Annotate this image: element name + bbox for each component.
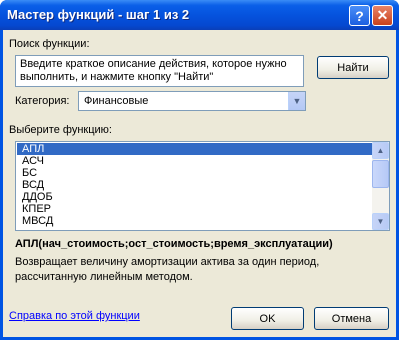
list-item[interactable]: БС [17,167,372,179]
list-item[interactable]: ДДОБ [17,191,372,203]
list-item[interactable]: ВСД [17,179,372,191]
functions-list-items: АПЛ АСЧ БС ВСД ДДОБ КПЕР МВСД [17,143,372,227]
dialog-body: Поиск функции: Введите краткое описание … [3,30,396,337]
chevron-down-icon[interactable]: ▼ [288,92,305,110]
function-wizard-dialog: Мастер функций - шаг 1 из 2 ? ✕ Поиск фу… [0,0,399,340]
list-item[interactable]: КПЕР [17,203,372,215]
close-button[interactable]: ✕ [372,5,393,26]
function-syntax: АПЛ(нач_стоимость;ост_стоимость;время_эк… [15,238,333,250]
search-label: Поиск функции: [9,38,90,50]
scroll-down-arrow-icon[interactable]: ▼ [372,213,389,230]
category-label: Категория: [15,95,70,107]
help-button[interactable]: ? [349,5,370,26]
window-title: Мастер функций - шаг 1 из 2 [7,7,190,22]
scrollbar-thumb[interactable] [372,160,389,188]
functions-list[interactable]: АПЛ АСЧ БС ВСД ДДОБ КПЕР МВСД ▲ ▼ [15,141,390,231]
cancel-button[interactable]: Отмена [314,307,389,330]
functions-label: Выберите функцию: [9,124,112,136]
title-bar[interactable]: Мастер функций - шаг 1 из 2 ? ✕ [0,0,399,30]
list-item[interactable]: АПЛ [17,143,372,155]
category-value: Финансовые [84,95,149,107]
find-button-label: Найти [337,61,369,74]
close-icon: ✕ [376,7,389,23]
ok-button[interactable]: OK [231,307,304,330]
category-select[interactable]: Финансовые ▼ [78,91,306,111]
function-description: Возвращает величину амортизации актива з… [15,256,320,283]
search-input[interactable]: Введите краткое описание действия, котор… [15,55,304,87]
find-button[interactable]: Найти [317,56,389,79]
question-mark-icon: ? [355,7,364,24]
vertical-scrollbar[interactable]: ▲ ▼ [372,142,389,230]
help-link[interactable]: Справка по этой функции [9,310,140,322]
list-item[interactable]: АСЧ [17,155,372,167]
cancel-button-label: Отмена [331,312,372,325]
ok-button-label: OK [259,312,276,325]
scroll-up-arrow-icon[interactable]: ▲ [372,142,389,159]
list-item[interactable]: МВСД [17,215,372,227]
